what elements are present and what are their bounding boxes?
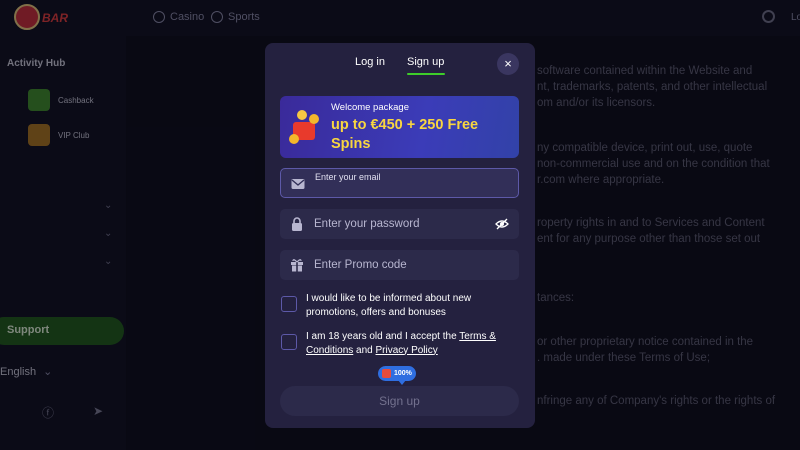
- promo-code-placeholder: Enter Promo code: [314, 259, 407, 271]
- promo-code-field[interactable]: Enter Promo code: [280, 250, 519, 280]
- email-placeholder: Enter your email: [315, 172, 381, 182]
- marketing-checkbox[interactable]: [281, 296, 297, 312]
- completion-value: 100%: [394, 370, 412, 377]
- tab-signup[interactable]: Sign up: [407, 56, 444, 68]
- gift-chest-icon: [289, 110, 319, 144]
- password-field[interactable]: Enter your password: [280, 209, 519, 239]
- active-tab-indicator: [407, 73, 445, 75]
- auth-modal: Log in Sign up × Welcome package up to €…: [265, 43, 535, 428]
- terms-and: and: [356, 344, 373, 356]
- gift-icon: [291, 259, 303, 272]
- terms-prefix: I am 18 years old and I accept the: [306, 331, 457, 342]
- welcome-banner: Welcome package up to €450 + 250 Free Sp…: [280, 96, 519, 158]
- mail-icon: [291, 179, 305, 189]
- welcome-offer: up to €450 + 250 Free Spins: [331, 117, 479, 152]
- terms-label: I am 18 years old and I accept the Terms…: [306, 330, 521, 357]
- close-button[interactable]: ×: [497, 53, 519, 75]
- welcome-label: Welcome package: [331, 102, 409, 113]
- privacy-link[interactable]: Privacy Policy: [376, 345, 438, 356]
- terms-checkbox[interactable]: [281, 334, 297, 350]
- tab-login[interactable]: Log in: [355, 56, 385, 68]
- signup-submit-button[interactable]: Sign up: [280, 386, 519, 416]
- badge-pointer: [398, 380, 406, 385]
- completion-badge: 100%: [378, 366, 416, 381]
- gift-icon: [382, 369, 391, 378]
- password-placeholder: Enter your password: [314, 218, 420, 230]
- lock-icon: [292, 217, 302, 231]
- marketing-label: I would like to be informed about new pr…: [306, 293, 472, 318]
- eye-off-icon[interactable]: [495, 217, 509, 231]
- email-field[interactable]: Enter your email: [280, 168, 519, 198]
